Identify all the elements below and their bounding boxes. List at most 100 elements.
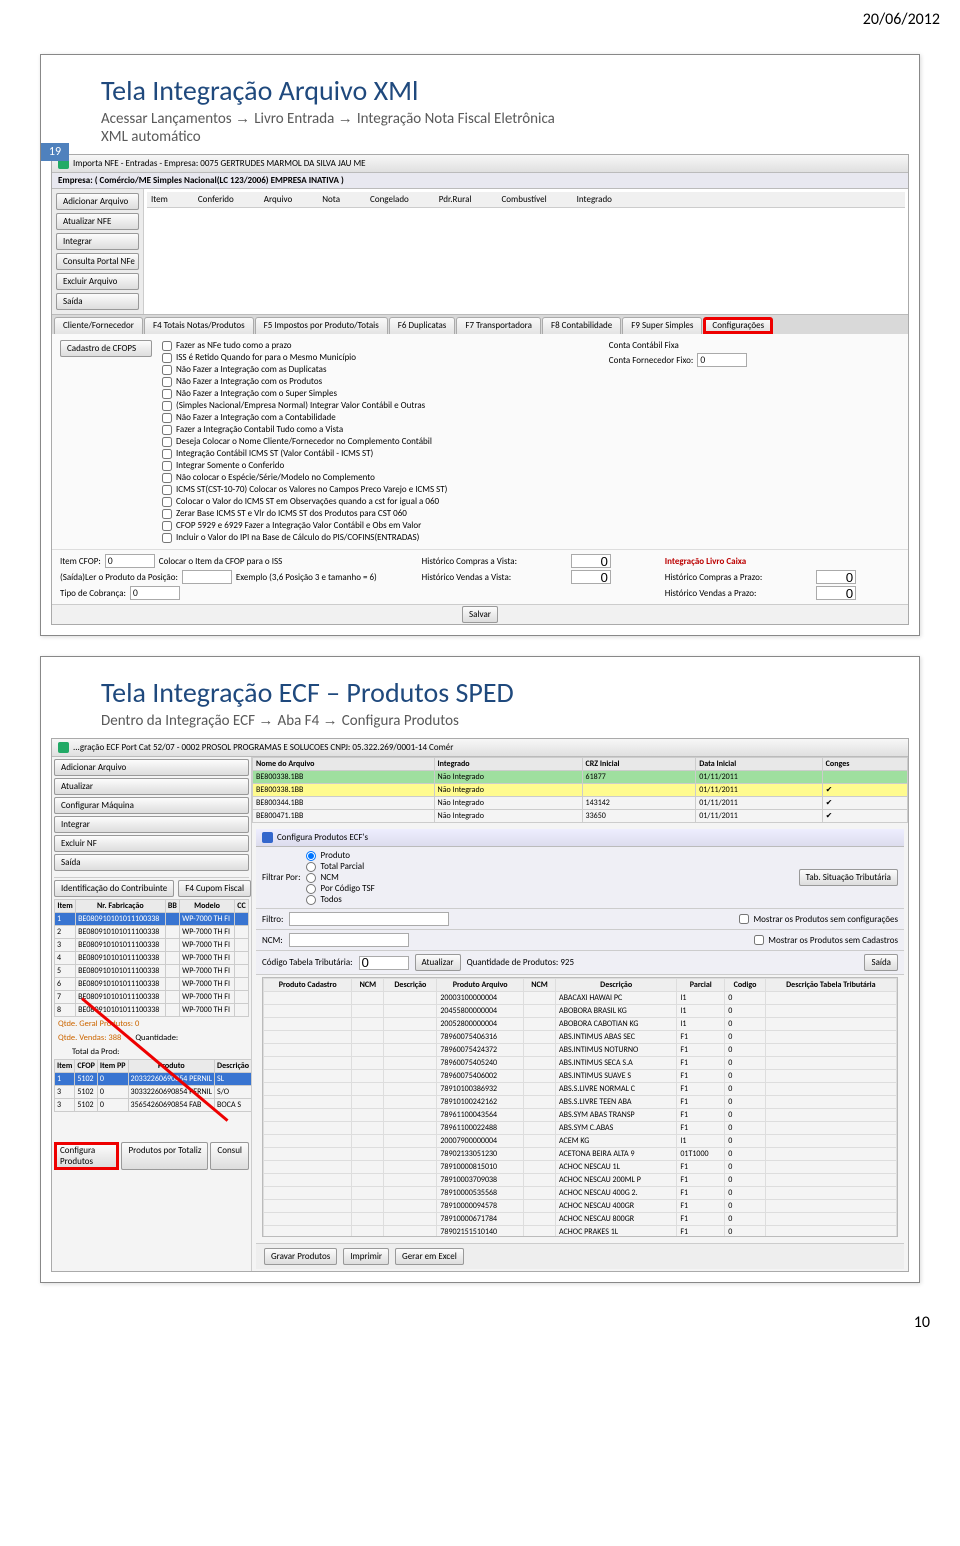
consul-tab[interactable]: Consul [210,1142,249,1170]
config-check[interactable] [162,425,172,435]
config-check[interactable] [162,353,172,363]
tab[interactable]: F9 Super Simples [622,317,702,334]
config-check[interactable] [162,473,172,483]
side-button[interactable]: Configurar Máquina [54,797,249,814]
table-row[interactable]: 20455800000004ABOBORA BRASIL KGI10 [264,1005,897,1018]
side-button[interactable]: Saída [54,854,249,871]
hist-compras-prazo-input[interactable] [816,570,856,584]
cadastro-cfops-button[interactable]: Cadastro de CFOPS [60,340,152,357]
table-row[interactable]: 78961100043564ABS.SYM ABAS TRANSPF10 [264,1109,897,1122]
tab-configuracoes[interactable]: Configurações [703,317,773,334]
table-row[interactable]: 3BE080910101011100338WP-7000 TH FI [55,939,249,952]
table-row[interactable]: 78960075406316ABS.INTIMUS ABAS SECF10 [264,1031,897,1044]
config-check[interactable] [162,437,172,447]
config-check[interactable] [162,509,172,519]
tab-f4-cupom[interactable]: F4 Cupom Fiscal [178,880,251,897]
table-row[interactable]: 20007900000004ACEM KGI10 [264,1135,897,1148]
side-button[interactable]: Integrar [54,816,249,833]
config-check[interactable] [162,389,172,399]
mostrar-sem-config-check[interactable] [739,914,749,924]
table-row[interactable]: 1BE080910101011100338WP-7000 TH FI [55,913,249,926]
table-row[interactable]: 20052800000004ABOBORA CABOTIAN KGI10 [264,1018,897,1031]
table-row[interactable]: 15102020332260690854 PERNILSL [55,1073,252,1086]
side-button[interactable]: Integrar [56,233,139,250]
table-row[interactable]: BE800471.1BBNão Integrado3365001/11/2011… [253,810,908,823]
table-row[interactable]: 78960075424372ABS.INTIMUS NOTURNOF10 [264,1044,897,1057]
table-row[interactable]: 78910003709038ACHOC NESCAU 200ML PF10 [264,1174,897,1187]
table-row[interactable]: 78910000815010ACHOC NESCAU 1LF10 [264,1161,897,1174]
table-row[interactable]: 78961100022488ABS.SYM C.ABASF10 [264,1122,897,1135]
tab[interactable]: F6 Duplicatas [389,317,456,334]
side-button[interactable]: Atualizar [54,778,249,795]
tab-identificacao[interactable]: Identificação do Contribuinte [54,880,174,897]
hist-compras-vista-input[interactable] [571,554,611,568]
side-button[interactable]: Atualizar NFE [56,213,139,230]
table-row[interactable]: 35102030332260690854 PERNILS/O [55,1086,252,1099]
table-row[interactable]: 78910100242162ABS.S.LIVRE TEEN ABAF10 [264,1096,897,1109]
mostrar-sem-cadastro-check[interactable] [754,935,764,945]
table-row[interactable]: 2BE080910101011100338WP-7000 TH FI [55,926,249,939]
filter-radio[interactable] [306,873,316,883]
side-button[interactable]: Excluir NF [54,835,249,852]
table-row[interactable]: BE800338.1BBNão Integrado01/11/2011✔ [253,784,908,797]
gerar-excel-button[interactable]: Gerar em Excel [395,1248,464,1265]
table-row[interactable]: 78910000535568ACHOC NESCAU 400G 2.F10 [264,1187,897,1200]
table-row[interactable]: 20003100000004ABACAXI HAWAI PCI10 [264,992,897,1005]
side-button[interactable]: Saída [56,293,139,310]
config-check[interactable] [162,401,172,411]
table-row[interactable]: BE800344.1BBNão Integrado14314201/11/201… [253,797,908,810]
hist-vendas-prazo-input[interactable] [816,586,856,600]
table-row[interactable]: 8BE080910101011100338WP-7000 TH FI [55,1004,249,1017]
tab-situacao-button[interactable]: Tab. Situação Tributária [799,869,898,886]
imprimir-button[interactable]: Imprimir [343,1248,389,1265]
table-row[interactable]: 78902151510140ACHOC PRAKES 1LF10 [264,1226,897,1238]
config-check[interactable] [162,365,172,375]
config-check[interactable] [162,461,172,471]
configura-produtos-tab[interactable]: Configura Produtos [54,1142,119,1170]
filter-radio[interactable] [306,851,316,861]
table-row[interactable]: 78902133051230ACETONA BEIRA ALTA 901T100… [264,1148,897,1161]
tipo-cobranca-input[interactable] [130,586,180,600]
side-button[interactable]: Consulta Portal NFe [56,253,139,270]
table-row[interactable]: 4BE080910101011100338WP-7000 TH FI [55,952,249,965]
table-row[interactable]: 6BE080910101011100338WP-7000 TH FI [55,978,249,991]
tab[interactable]: Cliente/Fornecedor [54,317,143,334]
gravar-produtos-button[interactable]: Gravar Produtos [264,1248,337,1265]
ncm-input[interactable] [289,933,409,947]
config-check[interactable] [162,341,172,351]
filtro-input[interactable] [289,912,449,926]
config-check[interactable] [162,377,172,387]
item-cfop-input[interactable] [105,554,155,568]
table-row[interactable]: 78960075405240ABS.INTIMUS SECA S.AF10 [264,1057,897,1070]
filter-radio[interactable] [306,884,316,894]
tab[interactable]: F5 Impostos por Produto/Totais [255,317,388,334]
table-row[interactable]: 78910100386932ABS.S.LIVRE NORMAL CF10 [264,1083,897,1096]
table-row[interactable]: 78960075406002ABS.INTIMUS SUAVE SF10 [264,1070,897,1083]
side-button[interactable]: Excluir Arquivo [56,273,139,290]
config-check[interactable] [162,449,172,459]
filter-radio[interactable] [306,862,316,872]
atualizar-button[interactable]: Atualizar [415,954,461,971]
saida-button[interactable]: Saída [864,954,898,971]
table-row[interactable]: BE800338.1BBNão Integrado6187701/11/2011 [253,771,908,784]
produtos-totaliz-tab[interactable]: Produtos por Totaliz [121,1142,208,1170]
config-check[interactable] [162,485,172,495]
tab[interactable]: F7 Transportadora [456,317,541,334]
side-button[interactable]: Adicionar Arquivo [54,759,249,776]
table-row[interactable]: 35102035654260690854 FABBOCA S [55,1099,252,1112]
table-row[interactable]: 5BE080910101011100338WP-7000 TH FI [55,965,249,978]
config-check[interactable] [162,497,172,507]
tab[interactable]: F8 Contabilidade [542,317,621,334]
config-check[interactable] [162,413,172,423]
salvar-button[interactable]: Salvar [462,606,498,623]
table-row[interactable]: 78910000671784ACHOC NESCAU 800GRF10 [264,1213,897,1226]
table-row[interactable]: 78910000094578ACHOC NESCAU 400GRF10 [264,1200,897,1213]
saida-ler-input[interactable] [182,570,232,584]
filter-radio[interactable] [306,895,316,905]
side-button[interactable]: Adicionar Arquivo [56,193,139,210]
config-check[interactable] [162,521,172,531]
config-check[interactable] [162,533,172,543]
tab[interactable]: F4 Totais Notas/Produtos [144,317,254,334]
conta-fornecedor-input[interactable] [697,353,747,367]
cod-trib-input[interactable] [359,956,409,970]
